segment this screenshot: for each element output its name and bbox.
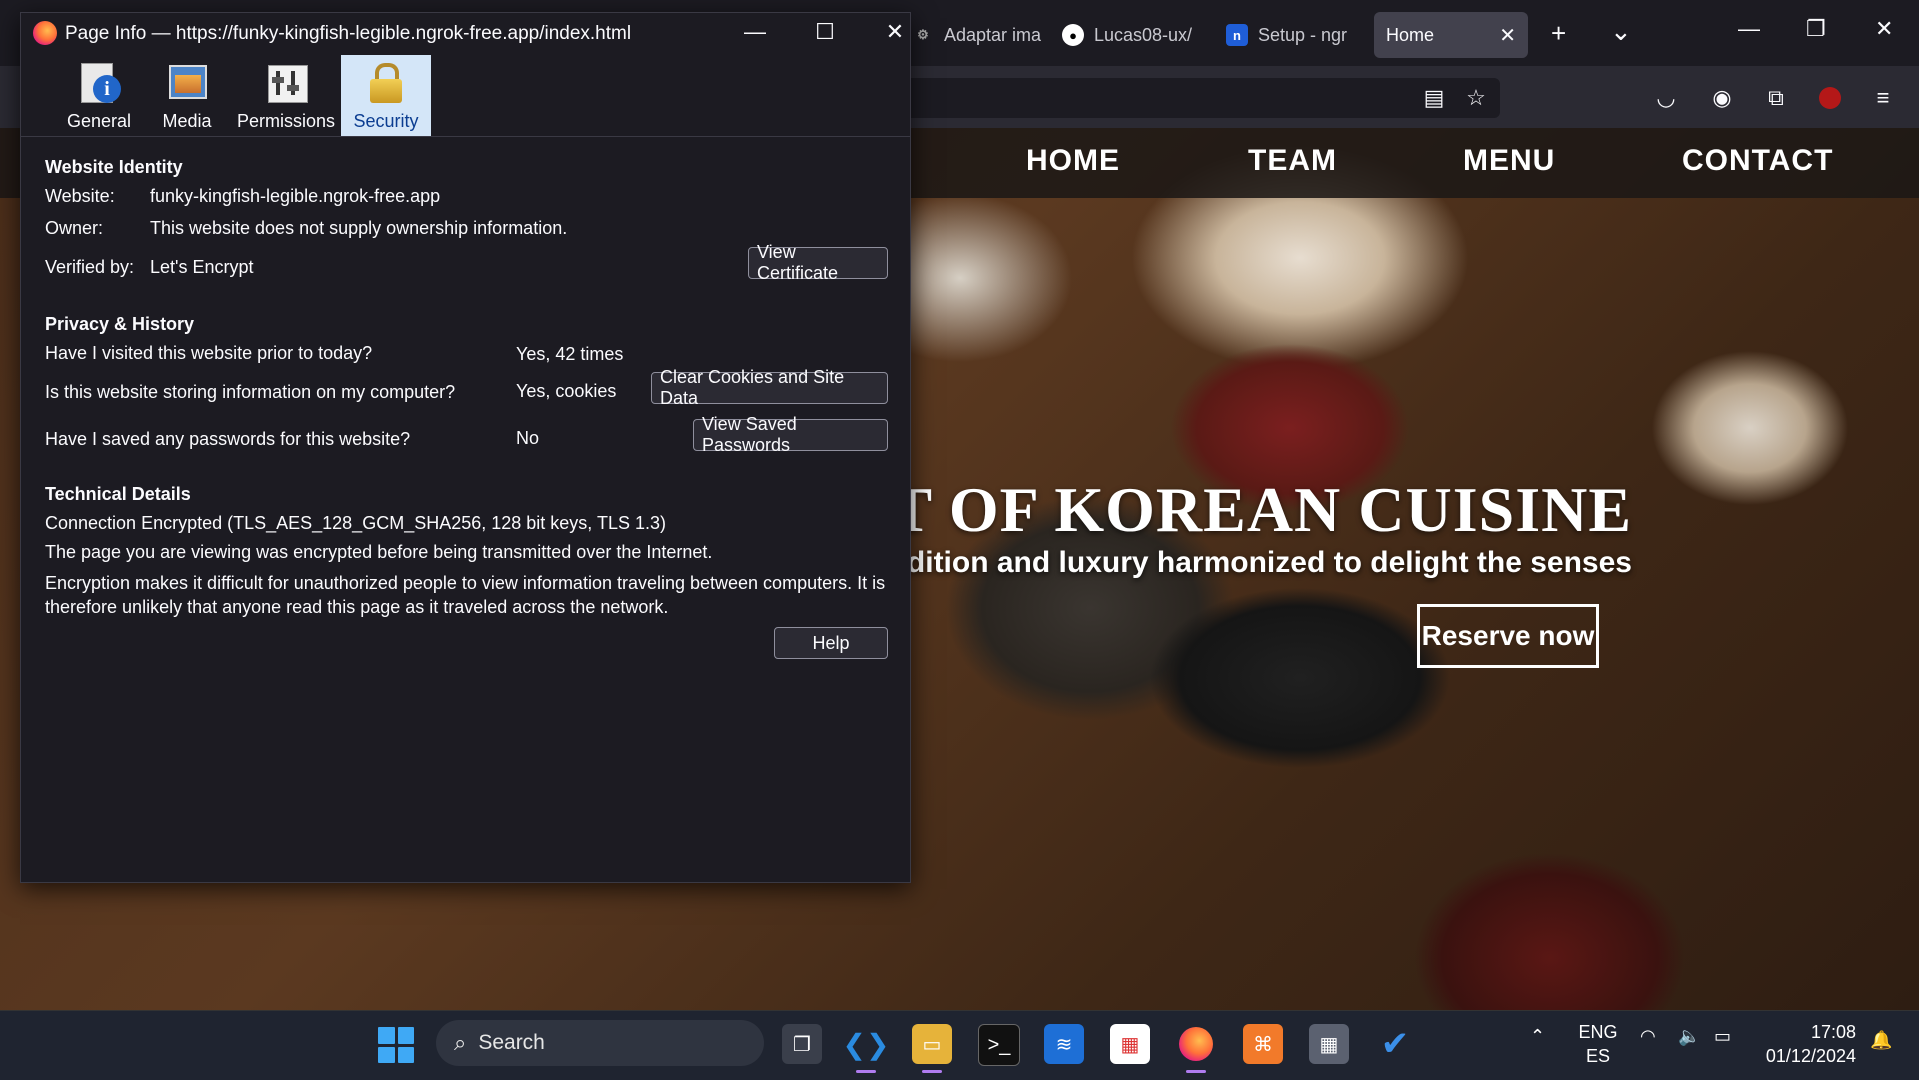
photos-icon[interactable]: ≋ (1044, 1024, 1084, 1064)
taskbar-search[interactable]: ⌕ Search (436, 1020, 764, 1066)
tab-security[interactable]: Security (341, 55, 431, 136)
windows-start-icon[interactable] (378, 1027, 414, 1063)
clock-date: 01/12/2024 (1765, 1046, 1856, 1066)
visited-question: Have I visited this website prior to tod… (45, 343, 373, 363)
identity-heading: Website Identity (45, 157, 183, 177)
media-image-icon (165, 61, 209, 105)
verified-label: Verified by: (45, 257, 135, 277)
encryption-summary: The page you are viewing was encrypted b… (45, 542, 713, 562)
help-button[interactable]: Help (774, 627, 888, 659)
minimize-icon[interactable]: — (1738, 16, 1760, 42)
website-label: Website: (45, 186, 115, 206)
vscode-icon[interactable]: ❮❯ (843, 1024, 889, 1073)
menu-icon[interactable]: ≡ (1867, 82, 1899, 114)
tab-general[interactable]: i General (57, 55, 141, 136)
task-view-icon[interactable]: ❐ (782, 1024, 822, 1064)
bookmark-star-icon[interactable]: ☆ (1460, 82, 1492, 114)
ublock-icon[interactable] (1814, 82, 1846, 114)
terminal-icon[interactable]: >_ (978, 1024, 1020, 1066)
url-bar[interactable] (900, 78, 1500, 118)
tab-github[interactable]: ● Lucas08-ux/ (1050, 12, 1214, 58)
nav-menu[interactable]: MENU (1463, 144, 1555, 178)
dialog-titlebar[interactable]: Page Info — https://funky-kingfish-legib… (21, 13, 910, 55)
account-icon[interactable]: ◉ (1706, 82, 1738, 114)
tab-ngrok[interactable]: n Setup - ngr (1214, 12, 1380, 58)
privacy-heading: Privacy & History (45, 314, 195, 334)
padlock-icon (364, 61, 408, 105)
tab-permissions[interactable]: Permissions (231, 55, 341, 136)
close-icon[interactable]: ✕ (875, 19, 915, 45)
dialog-title: Page Info — https://funky-kingfish-legib… (65, 23, 632, 44)
storing-answer: Yes, cookies (516, 381, 617, 401)
reserve-button[interactable]: Reserve now (1417, 604, 1599, 668)
tab-home[interactable]: Home ✕ (1374, 12, 1528, 58)
battery-icon[interactable]: ▭ (1714, 1026, 1731, 1047)
chevron-up-icon[interactable]: ⌃ (1530, 1026, 1545, 1047)
verified-value: Let's Encrypt (150, 257, 254, 277)
speaker-muted-icon[interactable]: 🔈 (1678, 1026, 1700, 1047)
page-info-dialog: Page Info — https://funky-kingfish-legib… (20, 12, 911, 883)
view-certificate-button[interactable]: View Certificate (748, 242, 888, 283)
file-explorer-icon[interactable]: ▭ (912, 1024, 952, 1073)
owner-label: Owner: (45, 218, 104, 238)
gear-icon: ⚙ (917, 27, 929, 42)
tab-general-label: General (66, 111, 132, 131)
reader-view-icon[interactable]: ▤ (1418, 82, 1450, 114)
list-all-tabs-button[interactable]: ⌄ (1610, 16, 1632, 46)
search-icon: ⌕ (454, 1030, 467, 1055)
calculator-icon[interactable]: ▦ (1309, 1024, 1349, 1064)
new-tab-button[interactable]: + (1551, 18, 1566, 48)
lang-top: ENG (1578, 1022, 1618, 1042)
todo-checkmark-icon[interactable]: ✔ (1375, 1024, 1415, 1064)
minimize-icon[interactable]: — (735, 19, 775, 45)
system-clock[interactable]: 17:08 01/12/2024 (1760, 1020, 1856, 1068)
tab-permissions-label: Permissions (236, 111, 336, 131)
nav-team[interactable]: TEAM (1248, 144, 1337, 178)
visited-answer: Yes, 42 times (516, 344, 624, 364)
lang-bottom: ES (1585, 1046, 1610, 1066)
encryption-explanation: Encryption makes it difficult for unauth… (45, 573, 886, 617)
microsoft-store-icon[interactable]: ▦ (1110, 1024, 1150, 1064)
passwords-answer: No (516, 428, 540, 448)
owner-value: This website does not supply ownership i… (150, 218, 568, 238)
tab-label: Adaptar ima (944, 24, 1042, 45)
clear-cookies-button[interactable]: Clear Cookies and Site Data (651, 367, 888, 408)
close-icon[interactable]: ✕ (1499, 23, 1516, 48)
postman-icon[interactable]: ⌘ (1243, 1024, 1283, 1064)
taskbar (0, 1010, 1919, 1080)
nav-home[interactable]: HOME (1026, 144, 1120, 178)
search-placeholder: Search (478, 1031, 545, 1054)
language-indicator[interactable]: ENG ES (1578, 1020, 1618, 1068)
permissions-sliders-icon (264, 61, 308, 105)
maximize-icon[interactable]: ☐ (805, 19, 845, 45)
notification-bell-icon[interactable]: 🔔 (1870, 1030, 1892, 1051)
tab-label: Setup - ngr (1258, 24, 1348, 45)
tab-media-label: Media (162, 111, 212, 131)
ngrok-icon: n (1226, 24, 1248, 46)
close-window-icon[interactable]: ✕ (1875, 16, 1893, 42)
firefox-icon (33, 21, 57, 45)
tab-security-label: Security (353, 111, 419, 131)
firefox-taskbar-icon[interactable] (1176, 1024, 1216, 1073)
storing-question: Is this website storing information on m… (45, 382, 456, 402)
encryption-details: Connection Encrypted (TLS_AES_128_GCM_SH… (45, 513, 667, 533)
tab-label: Home (1386, 24, 1435, 45)
github-icon: ● (1062, 24, 1084, 46)
info-icon: i (77, 61, 121, 105)
dialog-tabs: i General Media Permissions Security (21, 55, 910, 137)
restore-icon[interactable]: ❐ (1806, 16, 1826, 42)
tab-adaptar[interactable]: ⚙ Adaptar ima (900, 12, 1049, 58)
technical-heading: Technical Details (45, 484, 191, 504)
clock-time: 17:08 (1810, 1022, 1856, 1042)
website-value: funky-kingfish-legible.ngrok-free.app (150, 186, 441, 206)
passwords-question: Have I saved any passwords for this webs… (45, 429, 411, 449)
nav-contact[interactable]: CONTACT (1682, 144, 1833, 178)
pocket-icon[interactable]: ◡ (1650, 82, 1682, 114)
extensions-icon[interactable]: ⧉ (1760, 82, 1792, 114)
tab-media[interactable]: Media (149, 55, 225, 136)
tab-label: Lucas08-ux/ (1094, 24, 1193, 45)
wifi-icon[interactable]: ◠ (1640, 1026, 1656, 1047)
view-saved-passwords-button[interactable]: View Saved Passwords (693, 414, 888, 455)
